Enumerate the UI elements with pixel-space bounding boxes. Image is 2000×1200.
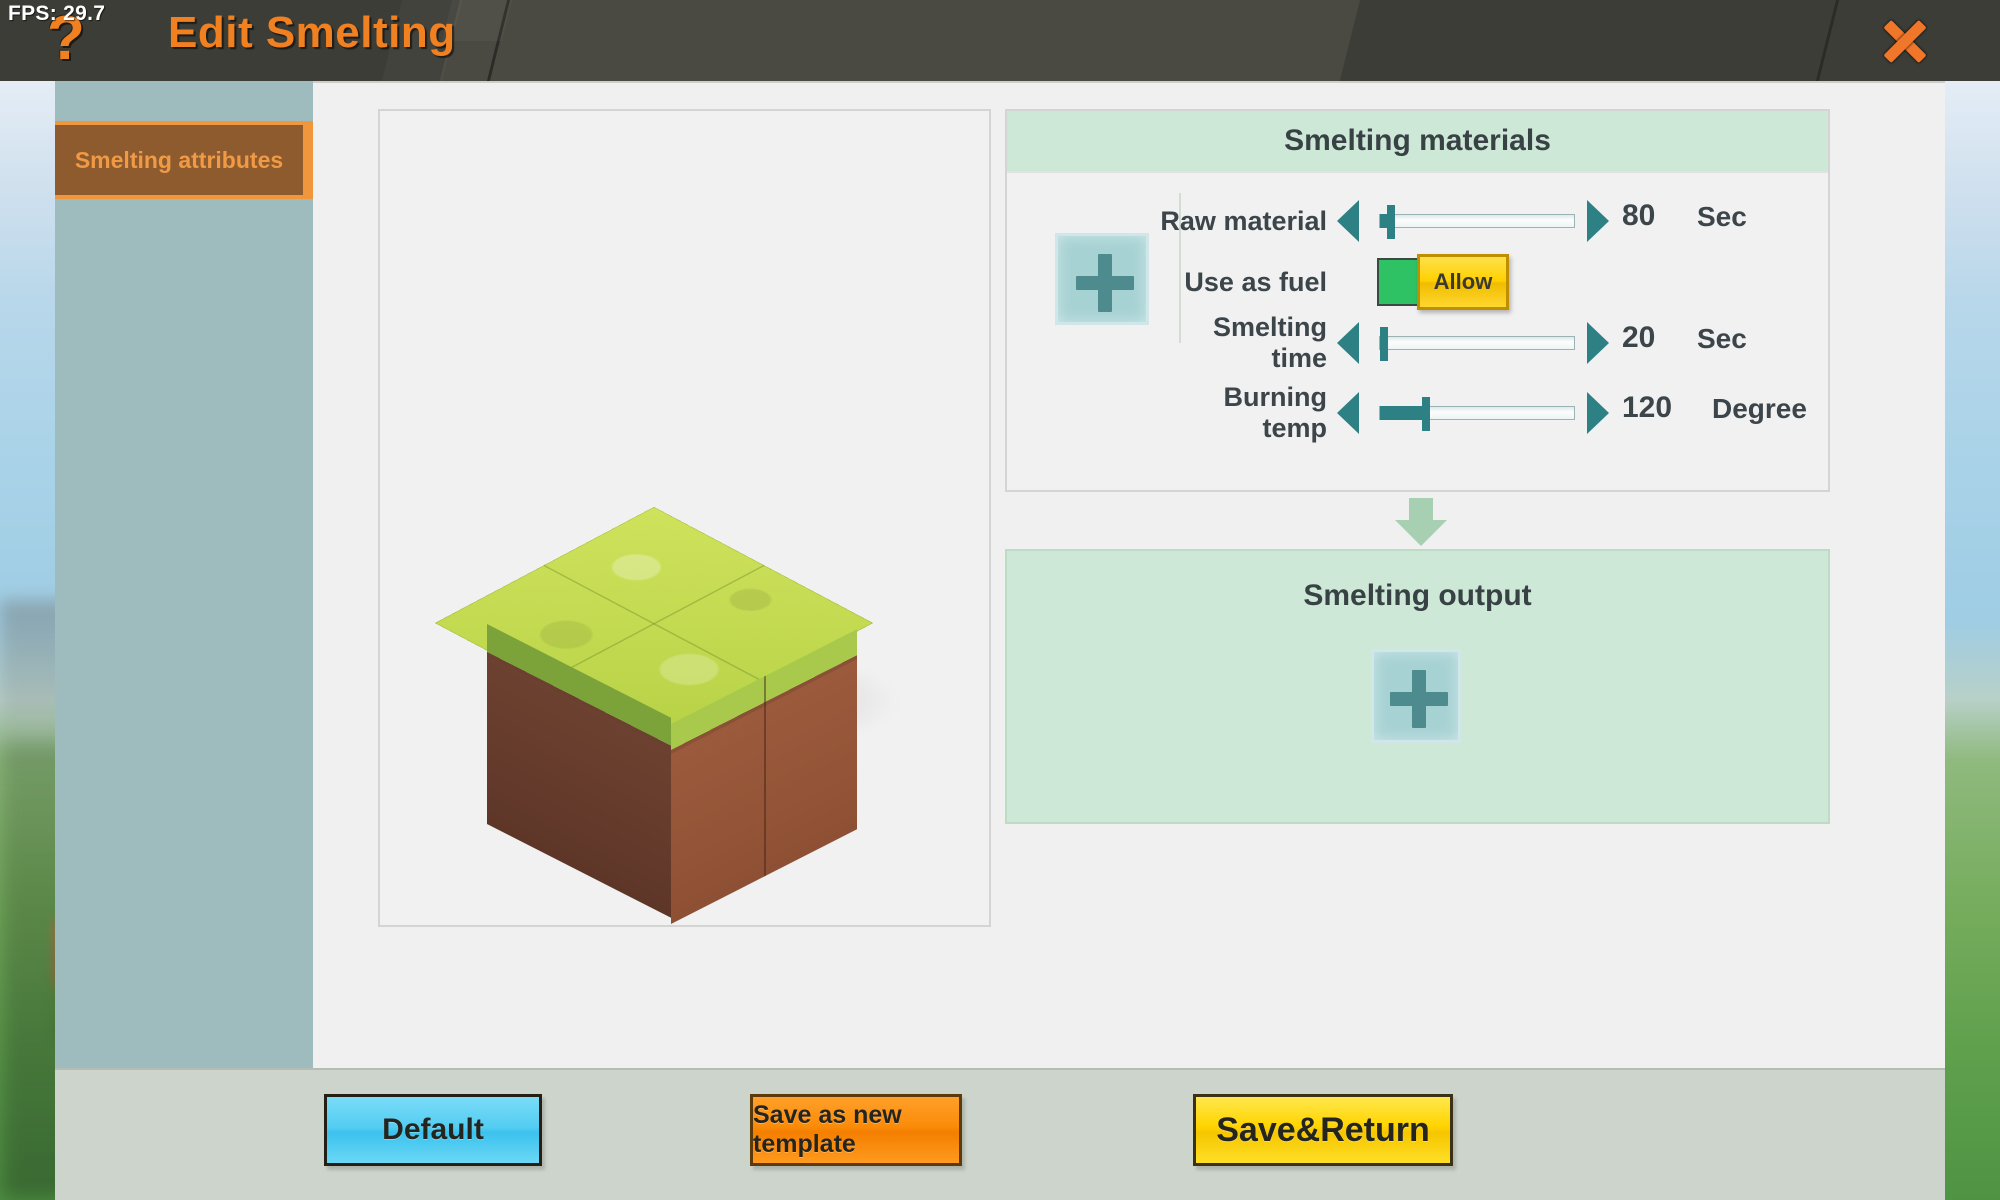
use-as-fuel-label: Use as fuel	[1184, 266, 1327, 297]
use-as-fuel-toggle[interactable]: Allow	[1377, 254, 1509, 310]
raw-material-label: Raw material	[1160, 205, 1327, 236]
save-as-new-template-button-label: Save as new template	[753, 1101, 902, 1158]
smelting-time-label: Smelting time	[1212, 312, 1327, 373]
raw-material-increase-arrow[interactable]	[1587, 200, 1609, 242]
burning-temp-slider-thumb[interactable]	[1422, 397, 1430, 431]
item-preview-panel	[378, 109, 991, 927]
app-root: FPS: 29.7 ? Edit Smelting Smelting attri…	[0, 0, 2000, 1200]
raw-material-unit: Sec	[1697, 201, 1747, 232]
smelting-time-slider[interactable]	[1379, 327, 1575, 361]
save-and-return-button[interactable]: Save&Return	[1193, 1094, 1453, 1166]
close-icon[interactable]	[1876, 12, 1934, 70]
use-as-fuel-state-label: Allow	[1433, 269, 1493, 294]
raw-material-decrease-arrow[interactable]	[1337, 200, 1359, 242]
smelting-time-value: 20	[1622, 321, 1656, 354]
smelting-output-title: Smelting output	[1303, 579, 1532, 612]
attribute-row-smelting-time: Smelting time 20 Sec	[1007, 312, 1828, 373]
burning-temp-decrease-arrow[interactable]	[1337, 392, 1359, 434]
page-title: Edit Smelting	[168, 8, 456, 57]
use-as-fuel-toggle-knob[interactable]: Allow	[1417, 254, 1509, 310]
add-output-slot[interactable]	[1371, 649, 1461, 743]
burning-temp-value: 120	[1622, 391, 1673, 424]
sidebar-item-smelting-attributes[interactable]: Smelting attributes	[55, 121, 313, 199]
smelting-output-panel: Smelting output	[1005, 549, 1830, 824]
attribute-row-use-as-fuel: Use as fuel Allow	[1007, 254, 1828, 310]
smelting-materials-panel: Smelting materials Raw material 80 Sec U…	[1005, 109, 1830, 492]
smelting-time-increase-arrow[interactable]	[1587, 322, 1609, 364]
attribute-row-raw-material: Raw material 80 Sec	[1007, 197, 1828, 245]
smelting-materials-header: Smelting materials	[1007, 111, 1828, 173]
save-and-return-button-label: Save&Return	[1216, 1110, 1430, 1149]
burning-temp-label: Burning temp	[1223, 382, 1327, 443]
burning-temp-unit: Degree	[1712, 393, 1807, 424]
attribute-row-burning-temp: Burning temp 120 Degree	[1007, 382, 1828, 443]
raw-material-slider-thumb[interactable]	[1387, 205, 1395, 239]
main-content: Smelting materials Raw material 80 Sec U…	[313, 81, 1945, 1068]
burning-temp-slider-fill	[1380, 406, 1425, 420]
raw-material-slider[interactable]	[1379, 205, 1575, 239]
fps-counter: FPS: 29.7	[8, 2, 106, 25]
smelting-time-slider-thumb[interactable]	[1380, 327, 1388, 361]
flow-arrow-head	[1395, 520, 1447, 546]
sidebar-item-label: Smelting attributes	[74, 146, 284, 173]
default-button[interactable]: Default	[324, 1094, 542, 1166]
title-bar: FPS: 29.7 ? Edit Smelting	[0, 0, 2000, 81]
grass-block-render	[434, 456, 915, 924]
plus-icon-vertical	[1412, 670, 1426, 728]
footer-bar: Default Save as new template Save&Return	[55, 1068, 1945, 1200]
smelting-time-unit: Sec	[1697, 323, 1747, 354]
flow-arrow-stem	[1409, 498, 1433, 522]
burning-temp-slider[interactable]	[1379, 397, 1575, 431]
raw-material-value: 80	[1622, 199, 1656, 232]
smelting-materials-title: Smelting materials	[1284, 124, 1551, 157]
default-button-label: Default	[382, 1113, 484, 1146]
smelting-time-decrease-arrow[interactable]	[1337, 322, 1359, 364]
flow-arrow-down-icon	[1395, 498, 1447, 546]
burning-temp-increase-arrow[interactable]	[1587, 392, 1609, 434]
sidebar: Smelting attributes	[55, 81, 313, 1200]
save-as-new-template-button[interactable]: Save as new template	[750, 1094, 962, 1166]
